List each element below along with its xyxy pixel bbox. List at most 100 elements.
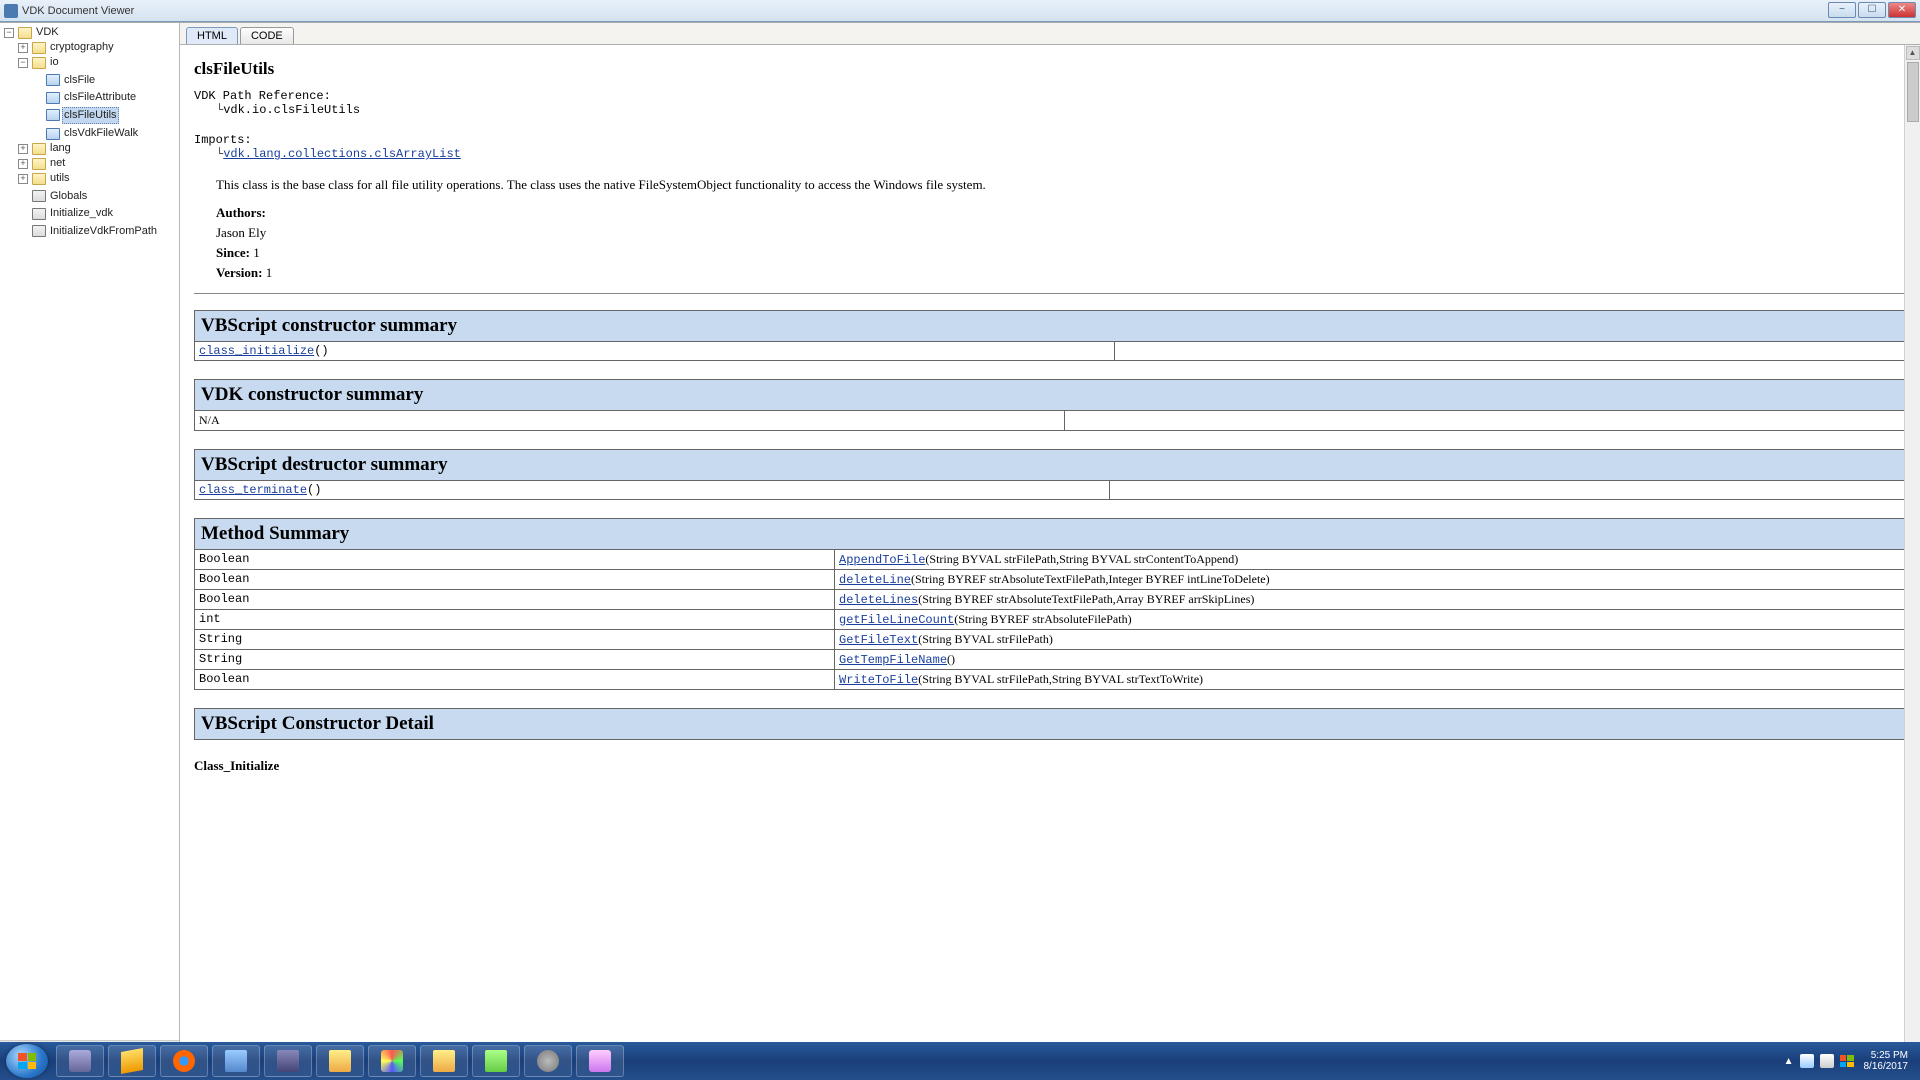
method-link[interactable]: deleteLine (839, 573, 911, 587)
gear-icon (537, 1050, 559, 1072)
tray-show-hidden-icon[interactable]: ▲ (1784, 1056, 1794, 1067)
expander-icon[interactable]: + (18, 144, 28, 154)
chart-icon (485, 1050, 507, 1072)
system-tray: ▲ 5:25 PM 8/16/2017 (1784, 1050, 1914, 1072)
tree-node-clsfileutils[interactable]: clsFileUtils (32, 107, 119, 124)
tab-label: HTML (197, 30, 227, 42)
tree-label: VDK (34, 25, 61, 40)
tab-html[interactable]: HTML (186, 27, 238, 44)
tree-node-lang[interactable]: + lang (18, 141, 73, 156)
method-params: (String BYVAL strFilePath,String BYVAL s… (918, 672, 1203, 686)
taskbar-app-explorer[interactable] (316, 1045, 364, 1077)
taskbar-app-cube[interactable] (56, 1045, 104, 1077)
taskbar-app-gear[interactable] (524, 1045, 572, 1077)
version-row: Version: 1 (216, 265, 1906, 281)
authors-label: Authors: (216, 205, 266, 220)
class-icon (46, 92, 60, 104)
taskbar-app-virtualbox[interactable] (264, 1045, 312, 1077)
import-link[interactable]: vdk.lang.collections.clsArrayList (223, 147, 461, 161)
workspace: − VDK + cryptography (0, 22, 1920, 1056)
package-icon (32, 143, 46, 155)
tree-label: utils (48, 171, 72, 186)
sql-icon (433, 1050, 455, 1072)
tray-icons: ▲ (1784, 1054, 1854, 1068)
tab-label: CODE (251, 30, 283, 42)
content-vertical-scrollbar[interactable]: ▲ (1904, 45, 1920, 1056)
tree-node-root[interactable]: − VDK (4, 25, 61, 40)
document-area: clsFileUtils VDK Path Reference: └vdk.io… (180, 45, 1920, 1056)
scroll-thumb[interactable] (1907, 62, 1919, 122)
maximize-button[interactable]: ☐ (1858, 2, 1886, 18)
folder-icon (329, 1050, 351, 1072)
class-icon (46, 128, 60, 140)
vbscript-dtor-summary-table: VBScript destructor summary class_termin… (194, 449, 1906, 500)
since-row: Since: 1 (216, 245, 1906, 261)
minimize-button[interactable]: − (1828, 2, 1856, 18)
package-icon (32, 173, 46, 185)
method-signature-cell: getFileLineCount(String BYREF strAbsolut… (835, 610, 1906, 630)
method-link[interactable]: deleteLines (839, 593, 918, 607)
taskbar: ▲ 5:25 PM 8/16/2017 (0, 1042, 1920, 1080)
path-value: vdk.io.clsFileUtils (223, 103, 360, 117)
defrag-icon (381, 1050, 403, 1072)
method-link[interactable]: GetTempFileName (839, 653, 947, 667)
tree-label: lang (48, 141, 73, 156)
tree-node-initialize-vdk[interactable]: Initialize_vdk (18, 206, 115, 221)
content-panel: HTML CODE clsFileUtils VDK Path Referenc… (180, 23, 1920, 1056)
tab-code[interactable]: CODE (240, 27, 294, 44)
scroll-up-arrow-icon[interactable]: ▲ (1906, 46, 1920, 60)
dtor-link[interactable]: class_terminate (199, 483, 307, 497)
tray-clock[interactable]: 5:25 PM 8/16/2017 (1864, 1050, 1915, 1072)
expander-icon[interactable]: + (18, 174, 28, 184)
method-signature-cell: GetTempFileName() (835, 650, 1906, 670)
method-link[interactable]: getFileLineCount (839, 613, 954, 627)
project-tree: − VDK + cryptography (0, 25, 179, 239)
authors-row: Authors: (216, 205, 1906, 221)
expander-icon[interactable]: − (18, 58, 28, 68)
ctor-cell: class_initialize() (195, 342, 1115, 361)
taskbar-app-paint[interactable] (576, 1045, 624, 1077)
taskbar-app-defrag[interactable] (368, 1045, 416, 1077)
vdk-ctor-desc-cell (1065, 411, 1906, 431)
close-button[interactable]: ✕ (1888, 2, 1916, 18)
class-title: clsFileUtils (194, 59, 1906, 79)
tree-node-clsvdkfilewalk[interactable]: clsVdkFileWalk (32, 126, 140, 141)
taskbar-app-firefox[interactable] (160, 1045, 208, 1077)
tree-node-utils[interactable]: + utils (18, 171, 72, 186)
tree-node-net[interactable]: +net (18, 156, 67, 171)
tray-action-center-icon[interactable] (1840, 1055, 1854, 1067)
taskbar-app-winamp[interactable] (108, 1045, 156, 1077)
tree-node-clsfile[interactable]: clsFile (32, 73, 97, 88)
method-link[interactable]: WriteToFile (839, 673, 918, 687)
tree-node-globals[interactable]: Globals (18, 189, 89, 204)
module-icon (32, 208, 46, 220)
path-label: VDK Path Reference: (194, 89, 1906, 103)
tree-node-io[interactable]: − io (18, 55, 61, 70)
ctor-link[interactable]: class_initialize (199, 344, 314, 358)
tree-node-initializevdkfrompath[interactable]: InitializeVdkFromPath (18, 224, 159, 239)
expander-icon[interactable]: − (4, 28, 14, 38)
vbscript-ctor-detail-table: VBScript Constructor Detail (194, 708, 1906, 740)
method-params: () (947, 652, 955, 666)
firefox-icon (173, 1050, 195, 1072)
expander-icon[interactable]: + (18, 43, 28, 53)
expander-icon[interactable]: + (18, 159, 28, 169)
method-row: BooleanAppendToFile(String BYVAL strFile… (195, 550, 1906, 570)
method-return-type: Boolean (195, 670, 835, 690)
tray-volume-icon[interactable] (1820, 1054, 1834, 1068)
tray-network-icon[interactable] (1800, 1054, 1814, 1068)
start-button[interactable] (6, 1044, 48, 1078)
taskbar-app-chart[interactable] (472, 1045, 520, 1077)
class-icon (46, 74, 60, 86)
tree-node-cryptography[interactable]: + cryptography (18, 40, 116, 55)
method-link[interactable]: AppendToFile (839, 553, 925, 567)
version-label: Version: (216, 265, 262, 280)
package-icon (32, 42, 46, 54)
tree-node-clsfileattribute[interactable]: clsFileAttribute (32, 90, 138, 105)
method-link[interactable]: GetFileText (839, 633, 918, 647)
titlebar: VDK Document Viewer − ☐ ✕ (0, 0, 1920, 22)
tree-label: io (48, 55, 61, 70)
taskbar-app-library[interactable] (212, 1045, 260, 1077)
taskbar-app-sql[interactable] (420, 1045, 468, 1077)
section-heading: VBScript constructor summary (195, 311, 1906, 342)
